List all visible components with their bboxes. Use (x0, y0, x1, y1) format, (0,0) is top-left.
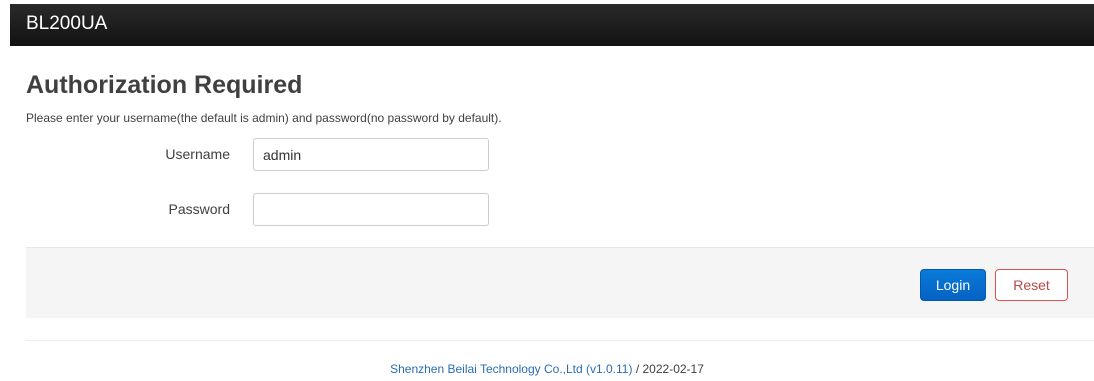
footer-divider (26, 340, 1094, 341)
username-input[interactable] (253, 138, 489, 171)
footer-date: 2022-02-17 (642, 362, 704, 376)
company-link[interactable]: Shenzhen Beilai Technology Co.,Ltd (v1.0… (390, 362, 632, 376)
password-label: Password (168, 201, 230, 217)
login-description: Please enter your username(the default i… (26, 111, 502, 125)
footer: Shenzhen Beilai Technology Co.,Ltd (v1.0… (0, 362, 1094, 376)
brand-title[interactable]: BL200UA (26, 12, 107, 36)
header-bar: BL200UA (10, 4, 1094, 46)
username-label: Username (165, 146, 230, 162)
footer-separator: / (632, 362, 643, 376)
page-title: Authorization Required (26, 71, 303, 99)
form-actions-bar: Login Reset (26, 247, 1094, 318)
login-button[interactable]: Login (920, 269, 986, 301)
reset-button[interactable]: Reset (995, 269, 1068, 301)
password-input[interactable] (253, 193, 489, 226)
